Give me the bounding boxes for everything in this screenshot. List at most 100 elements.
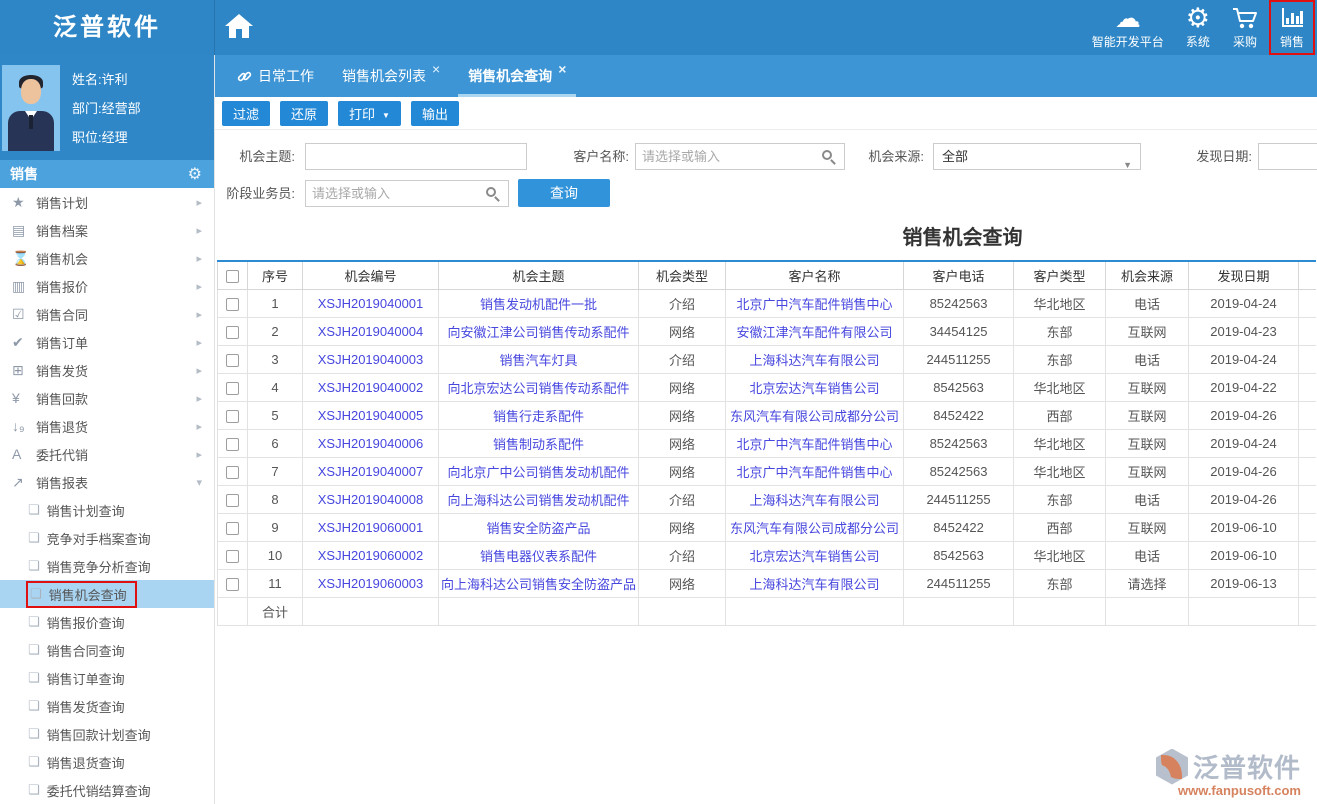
column-header-date[interactable]: 发现日期: [1189, 261, 1299, 289]
sidebar-submenu-item[interactable]: ❏ 销售退货查询: [0, 748, 214, 776]
row-checkbox[interactable]: [226, 354, 239, 367]
customer-name-link[interactable]: 安徽江津汽车配件有限公司: [736, 325, 892, 340]
customer-name-link[interactable]: 北京广中汽车配件销售中心: [736, 437, 892, 452]
opportunity-code-link[interactable]: XSJH2019060002: [318, 548, 424, 563]
opportunity-subject-link[interactable]: 销售发动机配件一批: [480, 297, 597, 312]
restore-button[interactable]: 还原: [280, 101, 328, 126]
home-button[interactable]: [225, 14, 253, 40]
sidebar-submenu-item[interactable]: ❏ 销售发货查询: [0, 692, 214, 720]
top-nav-system[interactable]: ⚙ 系统: [1175, 0, 1221, 55]
tab-sales-opportunity-list[interactable]: 销售机会列表 ×: [328, 55, 454, 97]
select-all-checkbox[interactable]: [226, 270, 239, 283]
opportunity-subject-link[interactable]: 向北京广中公司销售发动机配件: [447, 465, 629, 480]
column-header-source[interactable]: 机会来源: [1106, 261, 1189, 289]
column-header-code[interactable]: 机会编号: [303, 261, 439, 289]
sidebar-section-sales[interactable]: 销售 ⚙: [0, 160, 214, 188]
sidebar-submenu-item[interactable]: ❏ 销售计划查询: [0, 496, 214, 524]
stage-salesman-input[interactable]: [305, 180, 509, 207]
opportunity-code-link[interactable]: XSJH2019060003: [318, 576, 424, 591]
source-select[interactable]: 全部 ▼: [933, 143, 1141, 170]
opportunity-code-link[interactable]: XSJH2019040005: [318, 408, 424, 423]
filter-button[interactable]: 过滤: [222, 101, 270, 126]
customer-name-link[interactable]: 北京广中汽车配件销售中心: [736, 297, 892, 312]
row-checkbox[interactable]: [226, 410, 239, 423]
sidebar-submenu-item[interactable]: ❏ 销售合同查询: [0, 636, 214, 664]
sidebar-submenu-item[interactable]: ❏ 竞争对手档案查询: [0, 524, 214, 552]
query-button[interactable]: 查询: [518, 179, 610, 207]
row-checkbox[interactable]: [226, 550, 239, 563]
opportunity-subject-link[interactable]: 销售电器仪表系配件: [480, 549, 597, 564]
opportunity-subject-link[interactable]: 向上海科达公司销售发动机配件: [447, 493, 629, 508]
opportunity-code-link[interactable]: XSJH2019040004: [318, 324, 424, 339]
customer-input[interactable]: [635, 143, 845, 170]
sidebar-submenu-item[interactable]: ❏ 委托代销结算查询: [0, 776, 214, 804]
opportunity-subject-link[interactable]: 向北京宏达公司销售传动系配件: [447, 381, 629, 396]
row-checkbox[interactable]: [226, 382, 239, 395]
customer-name-link[interactable]: 上海科达汽车有限公司: [749, 353, 879, 368]
opportunity-code-link[interactable]: XSJH2019040008: [318, 492, 424, 507]
sidebar-menu-item[interactable]: ⌛ 销售机会 ▸: [0, 244, 214, 272]
search-icon[interactable]: [822, 150, 832, 160]
opportunity-code-link[interactable]: XSJH2019060001: [318, 520, 424, 535]
opportunity-subject-link[interactable]: 销售行走系配件: [493, 409, 584, 424]
customer-name-link[interactable]: 北京宏达汽车销售公司: [749, 381, 879, 396]
row-checkbox[interactable]: [226, 438, 239, 451]
row-checkbox[interactable]: [226, 494, 239, 507]
top-nav-purchase[interactable]: 采购: [1221, 0, 1269, 55]
column-header-type[interactable]: 机会类型: [639, 261, 726, 289]
sidebar-menu-item[interactable]: ¥ 销售回款 ▸: [0, 384, 214, 412]
tab-sales-opportunity-query[interactable]: 销售机会查询 ×: [454, 55, 580, 97]
sidebar-menu-item[interactable]: ▤ 销售档案 ▸: [0, 216, 214, 244]
print-button[interactable]: 打印▼: [338, 101, 401, 126]
opportunity-subject-link[interactable]: 销售制动系配件: [493, 437, 584, 452]
sidebar-submenu-item[interactable]: ❏ 销售竞争分析查询: [0, 552, 214, 580]
date-input[interactable]: [1258, 143, 1317, 170]
column-header-phone[interactable]: 客户电话: [904, 261, 1014, 289]
opportunity-subject-link[interactable]: 销售汽车灯具: [499, 353, 577, 368]
opportunity-subject-link[interactable]: 向上海科达公司销售安全防盗产品: [441, 577, 636, 592]
sidebar-menu-item[interactable]: A 委托代销 ▸: [0, 440, 214, 468]
sidebar-menu-item[interactable]: ✔ 销售订单 ▸: [0, 328, 214, 356]
opportunity-code-link[interactable]: XSJH2019040007: [318, 464, 424, 479]
column-header-customer[interactable]: 客户名称: [726, 261, 904, 289]
row-checkbox[interactable]: [226, 326, 239, 339]
subject-input[interactable]: [305, 143, 527, 170]
sidebar-menu-item[interactable]: ↓₉ 销售退货 ▸: [0, 412, 214, 440]
opportunity-subject-link[interactable]: 销售安全防盗产品: [486, 521, 590, 536]
sidebar-submenu-item[interactable]: ❏ 销售回款计划查询: [0, 720, 214, 748]
row-checkbox[interactable]: [226, 522, 239, 535]
opportunity-subject-link[interactable]: 向安徽江津公司销售传动系配件: [447, 325, 629, 340]
row-checkbox[interactable]: [226, 466, 239, 479]
sidebar-submenu-item[interactable]: ❏ 销售订单查询: [0, 664, 214, 692]
column-header-customer-type[interactable]: 客户类型: [1014, 261, 1106, 289]
customer-name-link[interactable]: 东风汽车有限公司成都分公司: [730, 521, 899, 536]
opportunity-code-link[interactable]: XSJH2019040001: [318, 296, 424, 311]
opportunity-code-link[interactable]: XSJH2019040003: [318, 352, 424, 367]
sidebar-menu-item[interactable]: ↗ 销售报表 ▾: [0, 468, 214, 496]
customer-name-link[interactable]: 北京宏达汽车销售公司: [749, 549, 879, 564]
row-checkbox[interactable]: [226, 578, 239, 591]
customer-name-link[interactable]: 上海科达汽车有限公司: [749, 493, 879, 508]
opportunity-code-link[interactable]: XSJH2019040002: [318, 380, 424, 395]
customer-name-link[interactable]: 东风汽车有限公司成都分公司: [730, 409, 899, 424]
sidebar-menu-item[interactable]: ⊞ 销售发货 ▸: [0, 356, 214, 384]
column-header-seq[interactable]: 序号: [248, 261, 303, 289]
close-icon[interactable]: ×: [432, 61, 440, 77]
top-nav-dev-platform[interactable]: ☁ 智能开发平台: [1081, 0, 1175, 55]
close-icon[interactable]: ×: [558, 61, 566, 77]
top-nav-sales[interactable]: 销售: [1269, 0, 1315, 55]
customer-name-link[interactable]: 上海科达汽车有限公司: [749, 577, 879, 592]
tab-daily-work[interactable]: 日常工作: [223, 55, 328, 97]
sidebar-submenu-item[interactable]: ❏ 销售报价查询: [0, 608, 214, 636]
column-header-subject[interactable]: 机会主题: [439, 261, 639, 289]
gear-icon[interactable]: ⚙: [188, 164, 202, 184]
sidebar-menu-item[interactable]: ★ 销售计划 ▸: [0, 188, 214, 216]
sidebar-menu-item[interactable]: ☑ 销售合同 ▸: [0, 300, 214, 328]
customer-name-link[interactable]: 北京广中汽车配件销售中心: [736, 465, 892, 480]
search-icon[interactable]: [486, 187, 496, 197]
opportunity-code-link[interactable]: XSJH2019040006: [318, 436, 424, 451]
sidebar-submenu-item[interactable]: ❏ 销售机会查询: [0, 580, 214, 608]
sidebar-menu-item[interactable]: ▥ 销售报价 ▸: [0, 272, 214, 300]
row-checkbox[interactable]: [226, 298, 239, 311]
export-button[interactable]: 输出: [411, 101, 459, 126]
